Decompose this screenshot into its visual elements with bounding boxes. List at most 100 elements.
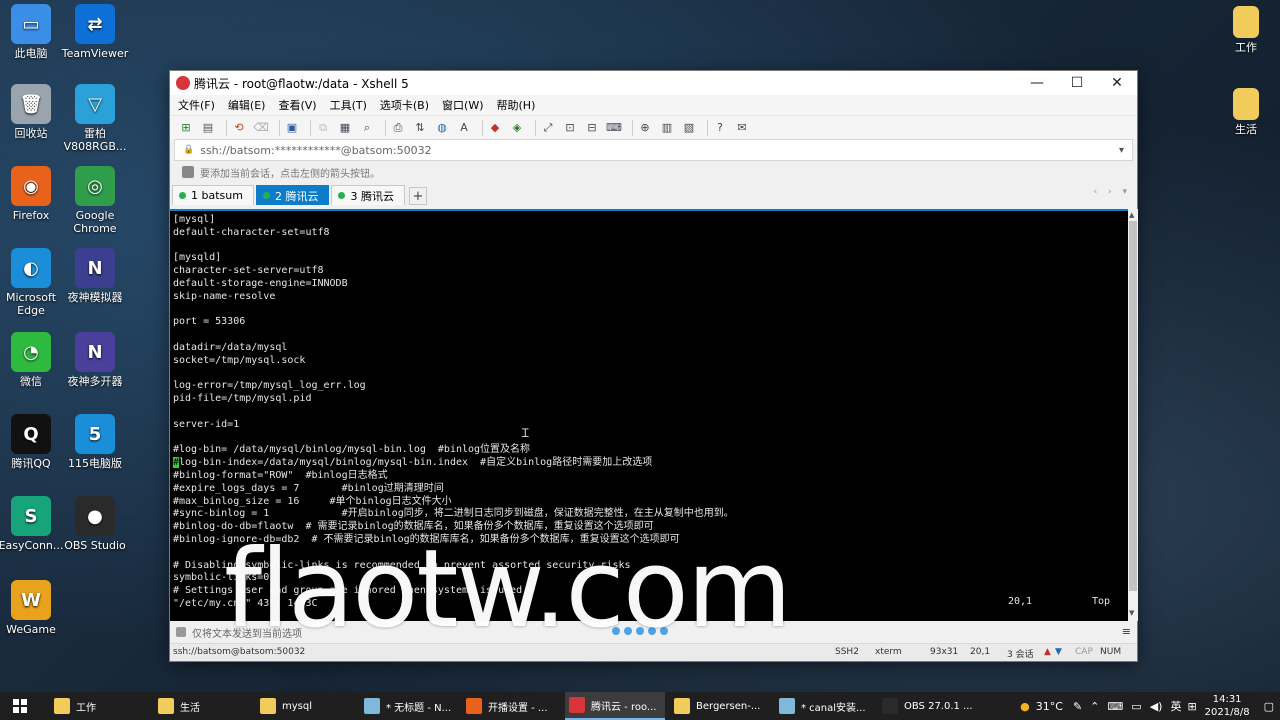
layout-icon[interactable]: ▥ bbox=[659, 120, 675, 136]
help-icon[interactable]: ? bbox=[712, 120, 728, 136]
compose-bar[interactable]: 仅将文本发送到当前选项 ≡ bbox=[170, 622, 1137, 642]
recycle-bin-icon: 🗑 bbox=[11, 84, 51, 124]
copy-icon[interactable]: ⧉ bbox=[315, 120, 331, 136]
ime-indicator[interactable]: 英 bbox=[1170, 698, 1181, 714]
menu-item[interactable]: 选项卡(B) bbox=[380, 97, 429, 113]
reconnect-icon[interactable]: ⟲ bbox=[231, 120, 247, 136]
desktop-icon[interactable]: 🗑 回收站 bbox=[0, 84, 67, 140]
desktop-icon[interactable]: ◉ Firefox bbox=[0, 166, 67, 222]
taskbar-app[interactable]: Bergersen-... bbox=[670, 692, 770, 720]
taskbar-app[interactable]: * 无标题 - N... bbox=[360, 692, 460, 720]
desktop-icon[interactable]: ◎ Google Chrome bbox=[59, 166, 131, 235]
desktop-icon[interactable]: 5 115电脑版 bbox=[59, 414, 131, 470]
lock-icon[interactable]: ⊟ bbox=[584, 120, 600, 136]
properties-icon[interactable]: ▣ bbox=[284, 120, 300, 136]
desktop-icon[interactable]: S EasyConn... bbox=[0, 496, 67, 552]
new-session-icon[interactable]: ⊞ bbox=[178, 120, 194, 136]
desktop-icon-label: 微信 bbox=[20, 375, 42, 388]
taskbar-app[interactable]: 腾讯云 - roo... bbox=[565, 692, 665, 720]
desktop-icon-label: TeamViewer bbox=[61, 47, 129, 60]
desktop-folder-life[interactable]: 生活 bbox=[1210, 88, 1280, 136]
feather-icon[interactable]: ✎ bbox=[1073, 700, 1082, 713]
maximize-button[interactable]: ☐ bbox=[1057, 71, 1097, 95]
desktop-icon[interactable]: N 夜神多开器 bbox=[59, 332, 131, 388]
taskbar-app[interactable]: OBS 27.0.1 ... bbox=[878, 692, 978, 720]
menu-item[interactable]: 文件(F) bbox=[178, 97, 215, 113]
add-tab-button[interactable]: + bbox=[408, 187, 427, 205]
taskbar-app[interactable]: 工作 bbox=[50, 692, 150, 720]
session-tab[interactable]: 2 腾讯云 bbox=[255, 185, 330, 205]
menu-item[interactable]: 编辑(E) bbox=[228, 97, 266, 113]
globe-icon[interactable]: ◍ bbox=[434, 120, 450, 136]
open-folder-icon[interactable]: ▤ bbox=[200, 120, 216, 136]
session-tab[interactable]: 1 batsum bbox=[172, 185, 254, 205]
keyboard-tray-icon[interactable]: ⌨ bbox=[1107, 700, 1123, 713]
desktop-icon[interactable]: Q 腾讯QQ bbox=[0, 414, 67, 470]
taskbar-app-icon bbox=[260, 698, 276, 714]
desktop-icon[interactable]: ◔ 微信 bbox=[0, 332, 67, 388]
weather-icon[interactable]: ● bbox=[1020, 700, 1030, 713]
taskbar-app[interactable]: * canal安装... bbox=[775, 692, 875, 720]
menu-item[interactable]: 工具(T) bbox=[330, 97, 367, 113]
menu-item[interactable]: 查看(V) bbox=[278, 97, 316, 113]
terminal-line: socket=/tmp/mysql.sock bbox=[173, 354, 306, 366]
desktop-icon[interactable]: ▽ 雷柏 V808RGB... bbox=[59, 84, 131, 153]
find-icon[interactable]: ⌕ bbox=[359, 120, 375, 136]
desktop-icon[interactable]: W WeGame bbox=[0, 580, 67, 636]
disconnect-icon[interactable]: ⌫ bbox=[253, 120, 269, 136]
print-icon[interactable]: ⎙ bbox=[390, 120, 406, 136]
tile-icon[interactable]: ▧ bbox=[681, 120, 697, 136]
weather-temp[interactable]: 31°C bbox=[1036, 700, 1063, 713]
desktop-icon[interactable]: ▭ 此电脑 bbox=[0, 4, 67, 60]
taskbar-app[interactable]: mysql bbox=[256, 692, 356, 720]
desktop-icon-label: WeGame bbox=[6, 623, 56, 636]
title-bar[interactable]: 腾讯云 - root@flaotw:/data - Xshell 5 — ☐ ✕ bbox=[170, 71, 1137, 95]
menu-item[interactable]: 帮助(H) bbox=[497, 97, 536, 113]
taskbar-app[interactable]: 生活 bbox=[154, 692, 254, 720]
terminal[interactable]: [mysql] default-character-set=utf8 [mysqld… bbox=[170, 209, 1128, 621]
desktop-icon-label: 夜神模拟器 bbox=[67, 291, 123, 304]
chevron-down-icon[interactable]: ▾ bbox=[1119, 145, 1124, 156]
desktop-folder-work[interactable]: 工作 bbox=[1210, 6, 1280, 54]
new-tab-icon[interactable]: ⊕ bbox=[637, 120, 653, 136]
compose-menu-icon[interactable]: ≡ bbox=[1122, 625, 1131, 638]
terminal-scrollbar[interactable]: ▲ ▼ bbox=[1128, 209, 1138, 621]
transfer-icon[interactable]: ⇅ bbox=[412, 120, 428, 136]
clock[interactable]: 14:31 2021/8/8 bbox=[1205, 693, 1250, 719]
tray-expand-icon[interactable]: ⌃ bbox=[1090, 700, 1099, 713]
start-button[interactable] bbox=[0, 692, 40, 720]
scroll-down-arrow[interactable]: ▼ bbox=[1129, 609, 1134, 617]
xftp-icon[interactable]: ◆ bbox=[487, 120, 503, 136]
volume-icon[interactable]: ◀) bbox=[1150, 700, 1163, 713]
desktop-icon[interactable]: ● OBS Studio bbox=[59, 496, 131, 552]
taskbar-app[interactable]: 开播设置 - ... bbox=[462, 692, 562, 720]
script-icon[interactable]: ◈ bbox=[509, 120, 525, 136]
paste-icon[interactable]: ▦ bbox=[337, 120, 353, 136]
keyboard-icon[interactable]: ⌨ bbox=[606, 120, 622, 136]
terminal-line: log-error=/tmp/mysql_log_err.log bbox=[173, 380, 366, 392]
scrollbar-thumb[interactable] bbox=[1129, 221, 1137, 591]
font-icon[interactable]: A bbox=[456, 120, 472, 136]
close-button[interactable]: ✕ bbox=[1097, 71, 1137, 95]
scroll-up-arrow[interactable]: ▲ bbox=[1129, 211, 1134, 219]
address-bar[interactable]: 🔒 ssh://batsom:************@batsom:50032… bbox=[174, 139, 1133, 161]
desktop-icon[interactable]: ◐ Microsoft Edge bbox=[0, 248, 67, 317]
chat-icon[interactable]: ✉ bbox=[734, 120, 750, 136]
desktop-icon[interactable]: N 夜神模拟器 bbox=[59, 248, 131, 304]
desktop-icon[interactable]: ⇄ TeamViewer bbox=[59, 4, 131, 60]
fullscreen-icon[interactable]: ⤢ bbox=[540, 120, 556, 136]
transparent-icon[interactable]: ⊡ bbox=[562, 120, 578, 136]
session-tab[interactable]: 3 腾讯云 bbox=[331, 185, 405, 205]
xshell-app-icon bbox=[176, 76, 190, 90]
windows-logo-icon bbox=[13, 699, 27, 713]
notification-icon[interactable]: ▢ bbox=[1264, 700, 1274, 713]
toolbar-divider bbox=[632, 119, 633, 136]
ime-mode-icon[interactable]: ⊞ bbox=[1187, 700, 1196, 713]
display-icon[interactable]: ▭ bbox=[1131, 700, 1141, 713]
minimize-button[interactable]: — bbox=[1017, 71, 1057, 95]
tab-nav-arrows[interactable]: ‹ › ▾ bbox=[1094, 187, 1131, 197]
arrow-session-icon[interactable] bbox=[182, 166, 194, 178]
menu-item[interactable]: 窗口(W) bbox=[442, 97, 483, 113]
terminal-line: #binlog-do-db=flaotw # 需要记录binlog的数据库名，如… bbox=[173, 521, 654, 533]
